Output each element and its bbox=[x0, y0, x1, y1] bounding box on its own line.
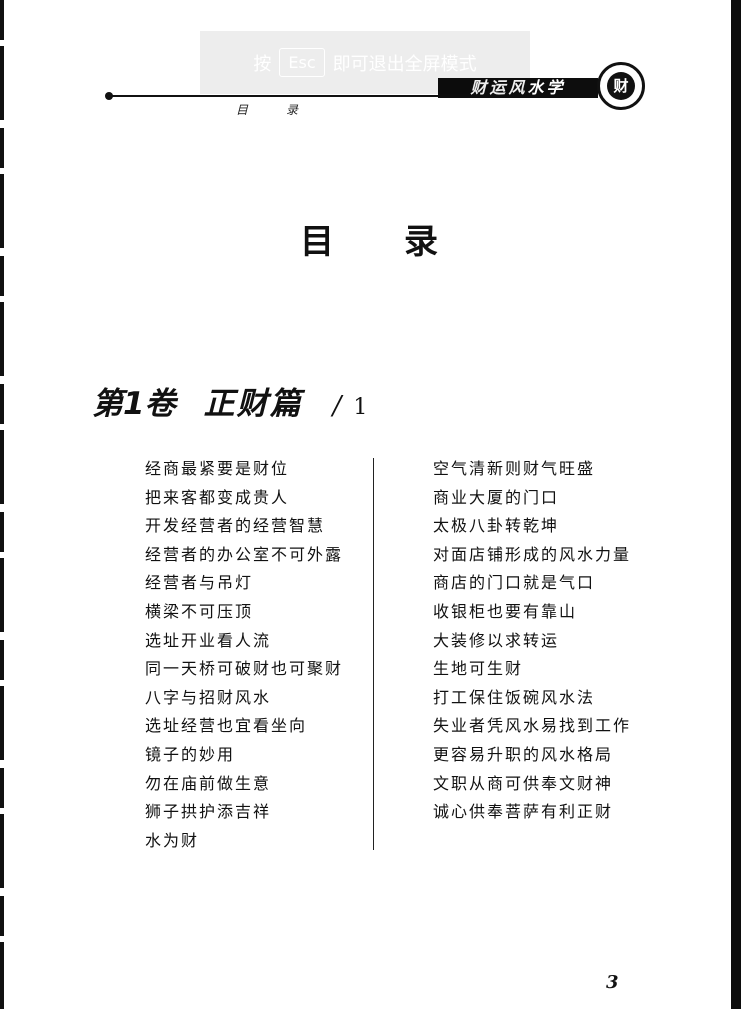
hint-suffix: 即可退出全屏模式 bbox=[332, 53, 477, 75]
toc-entry: 生地可生财 bbox=[433, 659, 524, 679]
toc-entry: 勿在庙前做生意 bbox=[145, 773, 272, 793]
volume-page-number: 1 bbox=[353, 395, 368, 420]
toc-entry: 八字与招财风水 bbox=[145, 687, 272, 707]
toc-entry: 开发经营者的经营智慧 bbox=[145, 516, 326, 536]
volume-heading: 第1卷 正财篇 / 1 bbox=[92, 378, 367, 423]
volume-separator: / bbox=[332, 391, 342, 421]
toc-entry: 文职从商可供奉文财神 bbox=[433, 773, 614, 793]
toc-entry: 商店的门口就是气口 bbox=[433, 573, 596, 593]
book-logo-icon: 财 bbox=[597, 62, 645, 110]
volume-number: 第1卷 bbox=[92, 386, 176, 422]
toc-entry: 收银柜也要有靠山 bbox=[433, 601, 578, 621]
toc-entry: 更容易升职的风水格局 bbox=[433, 744, 614, 764]
toc-entry: 失业者凭风水易找到工作 bbox=[433, 716, 632, 736]
fullscreen-exit-hint: 按 Esc 即可退出全屏模式 bbox=[200, 31, 530, 94]
toc-entry: 太极八卦转乾坤 bbox=[433, 516, 560, 536]
toc-entry: 经营者的办公室不可外露 bbox=[145, 544, 344, 564]
toc-entry: 选址开业看人流 bbox=[145, 630, 272, 650]
toc-entry: 对面店铺形成的风水力量 bbox=[433, 544, 632, 564]
page-left-edge bbox=[0, 0, 4, 1009]
toc-entry: 经营者与吊灯 bbox=[145, 573, 254, 593]
toc-entry: 横梁不可压顶 bbox=[145, 601, 254, 621]
toc-entry: 选址经营也宜看坐向 bbox=[145, 716, 308, 736]
toc-entry: 水为财 bbox=[145, 830, 200, 850]
page-right-edge bbox=[731, 0, 741, 1009]
page-number: 3 bbox=[606, 972, 619, 993]
toc-left-column: 经商最紧要是财位 把来客都变成贵人 开发经营者的经营智慧 经营者的办公室不可外露… bbox=[145, 455, 343, 855]
toc-entry: 同一天桥可破财也可聚财 bbox=[145, 659, 344, 679]
toc-entry: 空气清新则财气旺盛 bbox=[433, 459, 596, 478]
toc-column-divider bbox=[373, 458, 374, 850]
toc-entry: 把来客都变成贵人 bbox=[145, 487, 290, 507]
toc-entry: 狮子拱护添吉祥 bbox=[145, 802, 272, 822]
toc-entry: 诚心供奉菩萨有利正财 bbox=[433, 802, 614, 822]
toc-entry: 镜子的妙用 bbox=[145, 744, 236, 764]
toc-entry: 大装修以求转运 bbox=[433, 630, 560, 650]
toc-entry: 商业大厦的门口 bbox=[433, 487, 560, 507]
hint-prefix: 按 bbox=[253, 53, 272, 75]
page-title: 目录 bbox=[300, 222, 508, 262]
toc-entry: 打工保住饭碗风水法 bbox=[433, 687, 596, 707]
volume-name: 正财篇 bbox=[203, 386, 303, 422]
toc-right-column: 空气清新则财气旺盛 商业大厦的门口 太极八卦转乾坤 对面店铺形成的风水力量 商店… bbox=[433, 455, 631, 827]
esc-key-badge: Esc bbox=[279, 48, 325, 77]
running-header-label: 目录 bbox=[236, 103, 337, 117]
toc-entry: 经商最紧要是财位 bbox=[145, 459, 290, 478]
book-logo-glyph: 财 bbox=[607, 72, 635, 100]
